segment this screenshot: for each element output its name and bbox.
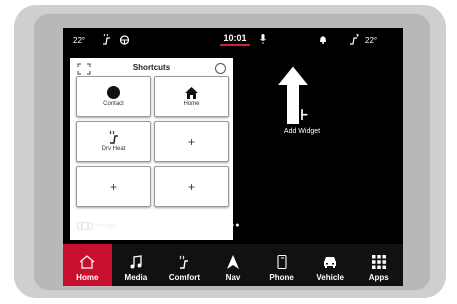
car-icon bbox=[324, 257, 337, 268]
my-pages-label: MyPages bbox=[95, 223, 118, 229]
nav-phone-label: Phone bbox=[269, 273, 294, 282]
seat-heat-icon bbox=[180, 255, 189, 269]
pages-icon bbox=[77, 222, 93, 230]
plus-icon: + bbox=[187, 134, 195, 149]
nav-media[interactable]: Media bbox=[112, 244, 161, 286]
tile-label: Drv Heat bbox=[101, 146, 126, 152]
seat-heat-icon bbox=[109, 131, 118, 144]
page-indicator-dots[interactable]: ●● bbox=[230, 222, 240, 229]
clock-time: 10:01 bbox=[223, 33, 247, 43]
phone-icon bbox=[277, 255, 287, 269]
seat-heat-icon[interactable] bbox=[101, 33, 114, 47]
shortcuts-header: Shortcuts bbox=[70, 58, 233, 76]
nav-vehicle-label: Vehicle bbox=[316, 273, 344, 282]
nav-apps-label: Apps bbox=[368, 273, 389, 282]
cabin-temperature: 22° bbox=[365, 36, 378, 45]
infotainment-screen: 22° 10:01 22° Shortcuts Contact Home Drv… bbox=[63, 28, 403, 286]
clock-underline bbox=[220, 44, 250, 46]
status-bar: 22° 10:01 22° bbox=[63, 28, 403, 52]
add-widget-label: Add Widget bbox=[283, 128, 321, 135]
shortcut-tile-home[interactable]: Home bbox=[154, 76, 229, 117]
climate-icon[interactable] bbox=[348, 34, 360, 47]
apps-grid-icon bbox=[371, 255, 386, 269]
microphone-icon[interactable] bbox=[260, 34, 266, 46]
edit-icon[interactable] bbox=[215, 63, 226, 74]
music-note-icon bbox=[130, 255, 142, 269]
my-pages-button[interactable]: MyPages bbox=[77, 222, 118, 230]
nav-nav[interactable]: Nav bbox=[209, 244, 258, 286]
clock: 10:01 bbox=[220, 33, 250, 46]
steering-heat-icon[interactable] bbox=[119, 34, 130, 47]
shortcut-tile-contact[interactable]: Contact bbox=[76, 76, 151, 117]
plus-icon: + bbox=[109, 179, 117, 194]
nav-home[interactable]: Home bbox=[63, 244, 112, 286]
outside-temperature: 22° bbox=[73, 36, 86, 45]
shortcut-tile-drv-heat[interactable]: Drv Heat bbox=[76, 121, 151, 162]
nav-comfort-label: Comfort bbox=[168, 273, 200, 282]
tile-label: Contact bbox=[103, 101, 124, 107]
home-icon bbox=[79, 255, 95, 269]
shortcuts-panel: Shortcuts Contact Home Drv Heat + + + bbox=[70, 58, 233, 240]
plus-icon: + bbox=[187, 179, 195, 194]
shortcuts-title: Shortcuts bbox=[132, 63, 171, 72]
contact-dot-icon bbox=[107, 86, 120, 99]
nav-vehicle[interactable]: Vehicle bbox=[306, 244, 355, 286]
navigation-arrow-icon bbox=[227, 255, 240, 269]
tile-label: Home bbox=[183, 100, 200, 107]
nav-comfort[interactable]: Comfort bbox=[160, 244, 209, 286]
notification-icon[interactable] bbox=[319, 35, 327, 46]
bottom-nav: Home Media Comfort Nav Phone Vehicle App… bbox=[63, 244, 403, 286]
shortcut-tile-add[interactable]: + bbox=[76, 166, 151, 207]
nav-apps[interactable]: Apps bbox=[354, 244, 403, 286]
shortcut-tile-add[interactable]: + bbox=[154, 166, 229, 207]
nav-phone[interactable]: Phone bbox=[257, 244, 306, 286]
nav-media-label: Media bbox=[124, 273, 148, 282]
home-icon bbox=[185, 86, 198, 99]
nav-nav-label: Nav bbox=[225, 273, 241, 282]
nav-home-label: Home bbox=[76, 273, 99, 282]
up-arrow-annotation-icon bbox=[275, 64, 311, 126]
shortcut-tile-add[interactable]: + bbox=[154, 121, 229, 162]
